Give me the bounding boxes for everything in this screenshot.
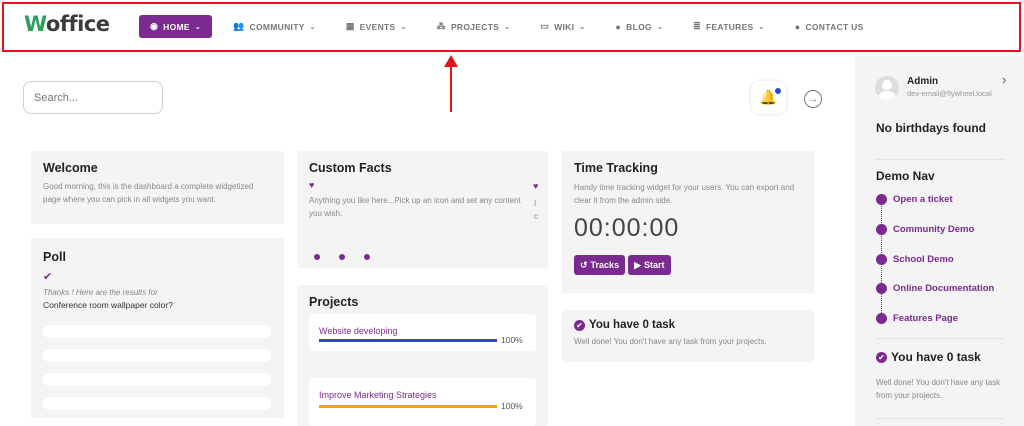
demo-nav-open-ticket[interactable]: Open a ticket [876, 194, 953, 205]
project-item[interactable]: Website developing 100% [309, 314, 536, 351]
chevron-right-icon[interactable]: › [1002, 72, 1006, 87]
custom-facts-widget: Custom Facts ♥ Anything you like here...… [297, 151, 548, 268]
tracks-button[interactable]: ↺ Tracks [574, 255, 626, 275]
demo-nav-online-documentation[interactable]: Online Documentation [876, 283, 994, 294]
heart-icon: ♥ [533, 181, 539, 191]
history-icon: ↺ [580, 259, 588, 270]
tasks-title: You have 0 task [589, 319, 676, 331]
logout-button[interactable]: → [804, 90, 822, 108]
timeline-node [876, 313, 887, 324]
demo-nav-features-page[interactable]: Features Page [876, 313, 958, 324]
arrow-right-icon: → [808, 93, 818, 105]
divider [876, 338, 1004, 339]
projects-widget: Projects Website developing 100% Improve… [297, 285, 548, 426]
top-navbar: Woffice ◉ HOME ⌄ 👥 COMMUNITY ⌄ ▦ EVENTS ⌄ ⁂ PROJEC… [0, 0, 1024, 54]
avatar[interactable] [875, 76, 899, 100]
timeline-node [876, 254, 887, 265]
tasks-text: Well done! You don't have any task from … [574, 337, 767, 346]
start-button[interactable]: ▶ Start [628, 255, 671, 275]
project-item[interactable]: Improve Marketing Strategies 100% [309, 378, 536, 426]
poll-result-bar [43, 349, 271, 362]
notifications-button[interactable]: 🔔 [751, 81, 786, 114]
search-input[interactable] [23, 81, 163, 114]
projects-title: Projects [309, 295, 359, 309]
welcome-widget: Welcome Good morning, this is the dashbo… [31, 151, 284, 224]
project-name: Website developing [319, 326, 398, 336]
demo-nav-title: Demo Nav [876, 169, 935, 183]
heart-icon: ♥ [309, 180, 315, 190]
carousel-dot[interactable] [339, 254, 345, 260]
time-tracking-widget: Time Tracking Handy time tracking widget… [562, 151, 814, 293]
poll-thanks: Thanks ! Here are the results for [43, 288, 158, 297]
poll-question: Conference room wallpaper color? [43, 300, 173, 310]
poll-result-bar [43, 325, 271, 338]
sidebar-tasks-text: Well done! You don't have any task from … [876, 378, 1001, 400]
sidebar-tasks-title: You have 0 task [891, 350, 981, 364]
project-progress-bar [319, 339, 497, 342]
check-circle-icon: ✔ [574, 319, 585, 331]
project-progress-percent: 100% [501, 335, 523, 345]
welcome-title: Welcome [43, 161, 98, 175]
poll-result-bar [43, 397, 271, 410]
custom-facts-title: Custom Facts [309, 161, 392, 175]
poll-result-bar [43, 373, 271, 386]
demo-nav-community-demo[interactable]: Community Demo [876, 224, 974, 235]
custom-facts-next-text: I c [534, 199, 538, 221]
timer-display: 00:00:00 [574, 214, 680, 242]
notification-dot [775, 88, 781, 94]
project-name: Improve Marketing Strategies [319, 390, 437, 400]
divider [876, 159, 1004, 160]
check-circle-icon: ✔ [876, 351, 887, 363]
welcome-text: Good morning, this is the dashboard a co… [43, 182, 254, 204]
custom-facts-text: Anything you like here...Pick up an icon… [309, 196, 521, 218]
right-sidebar: Admin dev-email@flywheel.local › No birt… [855, 56, 1024, 426]
timeline-node [876, 194, 887, 205]
tasks-widget: ✔ You have 0 task Well done! You don't h… [562, 310, 814, 362]
time-tracking-text: Handy time tracking widget for your user… [574, 183, 795, 205]
birthdays-text: No birthdays found [876, 121, 986, 135]
poll-widget: Poll ✔ Thanks ! Here are the results for… [31, 238, 284, 418]
user-email: dev-email@flywheel.local [907, 89, 992, 98]
navbar-highlight-box [2, 2, 1021, 52]
user-name[interactable]: Admin [907, 76, 938, 87]
carousel-dots [314, 247, 389, 265]
time-tracking-title: Time Tracking [574, 161, 658, 175]
play-icon: ▶ [634, 259, 641, 270]
project-progress-bar [319, 405, 497, 408]
timeline-node [876, 224, 887, 235]
carousel-dot[interactable] [364, 254, 370, 260]
check-icon: ✔ [43, 271, 53, 283]
annotation-arrow [450, 62, 452, 112]
project-progress-percent: 100% [501, 401, 523, 411]
poll-title: Poll [43, 250, 66, 264]
timeline-node [876, 283, 887, 294]
demo-nav-school-demo[interactable]: School Demo [876, 254, 954, 265]
carousel-dot[interactable] [314, 254, 320, 260]
divider [876, 418, 1004, 419]
